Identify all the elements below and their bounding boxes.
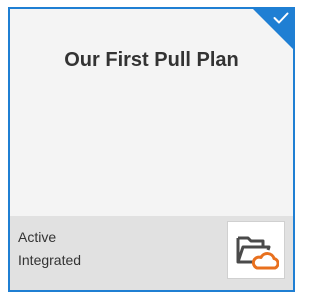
tile-title: Our First Pull Plan xyxy=(64,49,239,71)
integration-label: Integrated xyxy=(18,252,82,268)
pull-plan-tile[interactable]: Our First Pull Plan Active Integrated xyxy=(8,7,295,292)
tile-footer: Active Integrated xyxy=(10,216,293,290)
folder-cloud-button[interactable] xyxy=(227,221,285,279)
status-label: Active xyxy=(18,229,57,245)
folder-cloud-icon xyxy=(236,236,279,270)
checkmark-icon xyxy=(273,12,289,24)
